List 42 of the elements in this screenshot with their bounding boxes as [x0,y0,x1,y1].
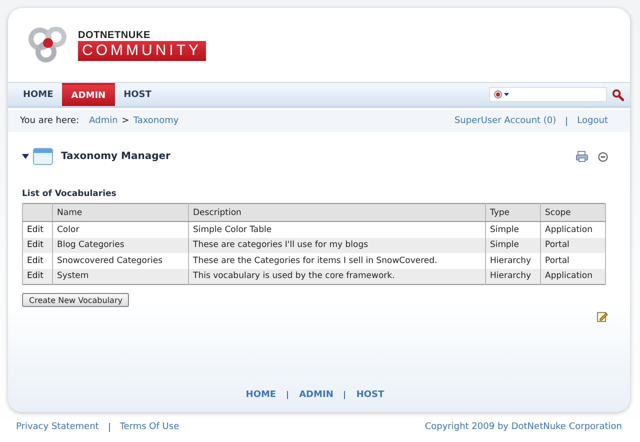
logo-text: DOTNETNUKE [78,30,152,40]
breadcrumb-separator: > [122,116,130,126]
table-caption: List of Vocabularies [22,189,118,199]
table-cell: These are categories I'll use for my blogs [188,238,486,253]
column-header: Scope [540,204,606,222]
user-link[interactable]: SuperUser Account (0) [454,116,556,126]
nav-tab[interactable]: HOME [14,83,62,106]
table-cell: Portal [540,238,606,253]
logo-banner: COMMUNITY [78,40,206,60]
column-header: Name [52,204,188,222]
table-cell: Application [540,268,606,284]
breadcrumb-link[interactable]: Taxonomy [133,116,179,126]
footer-link[interactable]: Terms Of Use [120,422,180,432]
column-header: Type [486,204,540,222]
minimize-icon[interactable] [598,152,608,162]
nav-tab[interactable]: HOST [114,83,160,106]
module-title: Taxonomy Manager [61,151,170,162]
footer-nav-link[interactable]: HOME [246,390,276,400]
footer-link[interactable]: Privacy Statement [16,422,99,432]
breadcrumb-link[interactable]: Admin [89,116,118,126]
table-cell: Simple [486,238,540,253]
copyright-text: Copyright 2009 by DotNetNuke Corporation [424,422,622,432]
table-cell: System [52,268,188,284]
nav-tab[interactable]: ADMIN [62,83,115,106]
edit-link[interactable]: Edit [27,224,44,235]
footer-nav-link[interactable]: ADMIN [299,390,334,400]
search-provider-icon [493,90,511,99]
print-icon[interactable] [576,151,588,162]
collapse-caret-icon[interactable] [22,154,29,159]
user-link[interactable]: Logout [577,116,608,126]
table-cell: Blog Categories [52,238,188,253]
search-field[interactable] [489,87,607,102]
footer-nav-link[interactable]: HOST [356,390,384,400]
table-cell: This vocabulary is used by the core framework. [188,268,486,284]
breadcrumb-label: You are here: [20,116,80,126]
edit-page-icon[interactable] [597,311,608,322]
create-vocabulary-button[interactable]: Create New Vocabulary [22,293,130,307]
table-cell: Hierarchy [486,268,540,284]
edit-link[interactable]: Edit [27,256,44,266]
column-header: Description [188,204,486,222]
window-icon [33,148,53,165]
search-icon[interactable] [612,88,624,100]
